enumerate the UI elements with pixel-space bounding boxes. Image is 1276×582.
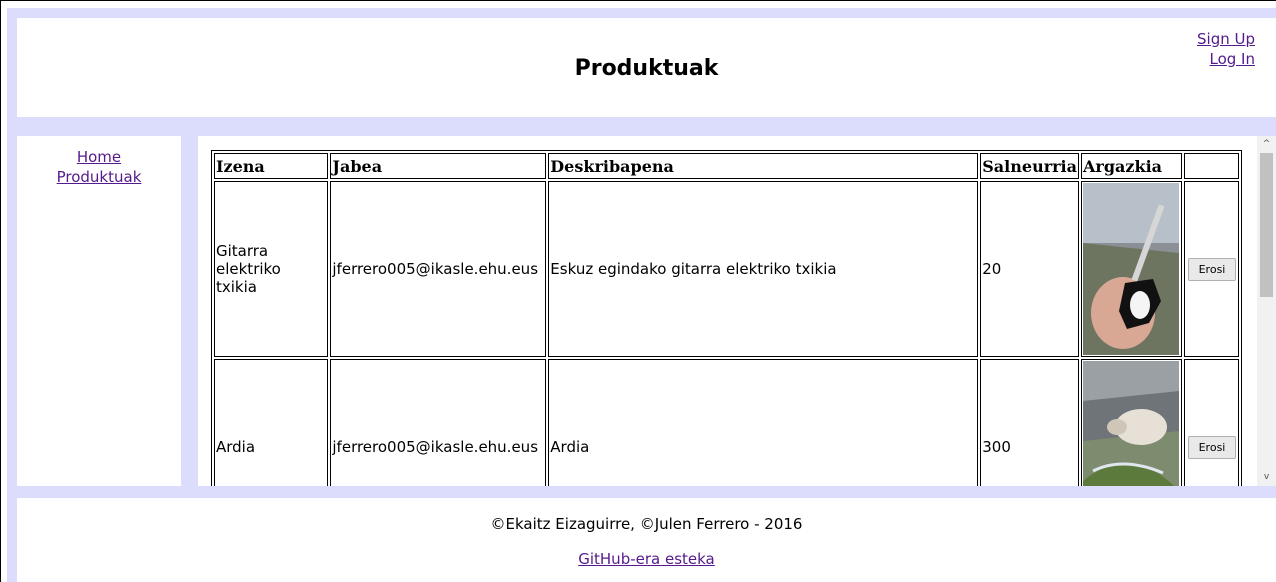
product-image-cell (1081, 359, 1182, 486)
products-scroll-area: Izena Jabea Deskribapena Salneurria Arga… (198, 136, 1256, 486)
column-header-action (1183, 153, 1239, 179)
table-row: Ardia jferrero005@ikasle.ehu.eus Ardia 3… (214, 359, 1239, 486)
product-description-cell: Eskuz egindako gitarra elektriko txikia (548, 181, 979, 357)
column-header-price: Salneurria (980, 153, 1079, 179)
table-row: Gitarra elektriko txikia jferrero005@ika… (214, 181, 1239, 357)
buy-button[interactable]: Erosi (1187, 257, 1236, 281)
sidebar-nav: Home Produktuak (17, 136, 181, 486)
column-header-description: Deskribapena (548, 153, 979, 179)
products-table: Izena Jabea Deskribapena Salneurria Arga… (211, 150, 1242, 486)
header: Produktuak Sign Up Log In (17, 18, 1276, 117)
product-name-cell: Ardia (214, 359, 329, 486)
footer: ©Ekaitz Eizaguirre, ©Julen Ferrero - 201… (17, 498, 1276, 582)
column-header-name: Izena (214, 153, 329, 179)
auth-links: Sign Up Log In (1197, 29, 1255, 69)
copyright-text: ©Ekaitz Eizaguirre, ©Julen Ferrero - 201… (490, 515, 803, 533)
product-price-cell: 20 (980, 181, 1079, 357)
product-description-cell: Ardia (548, 359, 979, 486)
table-header-row: Izena Jabea Deskribapena Salneurria Arga… (214, 153, 1239, 179)
vertical-scrollbar[interactable]: ^ v (1257, 136, 1276, 486)
nav-products-link[interactable]: Produktuak (57, 168, 142, 186)
product-action-cell: Erosi (1183, 181, 1239, 357)
column-header-image: Argazkia (1081, 153, 1182, 179)
scrollbar-thumb[interactable] (1260, 153, 1273, 297)
scroll-up-icon[interactable]: ^ (1257, 136, 1276, 153)
column-header-owner: Jabea (330, 153, 547, 179)
nav-home-link[interactable]: Home (77, 148, 121, 166)
sheep-photo (1083, 361, 1179, 486)
main-content: Izena Jabea Deskribapena Salneurria Arga… (198, 136, 1276, 486)
product-action-cell: Erosi (1183, 359, 1239, 486)
scroll-down-icon[interactable]: v (1257, 469, 1276, 486)
product-owner-cell: jferrero005@ikasle.ehu.eus (330, 359, 547, 486)
sign-up-link[interactable]: Sign Up (1197, 30, 1255, 48)
buy-button[interactable]: Erosi (1187, 435, 1236, 459)
product-image-cell (1081, 181, 1182, 357)
log-in-link[interactable]: Log In (1210, 50, 1256, 68)
guitar-photo (1083, 183, 1179, 355)
product-name-cell: Gitarra elektriko txikia (214, 181, 329, 357)
page-title: Produktuak (574, 56, 719, 81)
product-owner-cell: jferrero005@ikasle.ehu.eus (330, 181, 547, 357)
product-price-cell: 300 (980, 359, 1079, 486)
github-link[interactable]: GitHub-era esteka (578, 550, 715, 568)
